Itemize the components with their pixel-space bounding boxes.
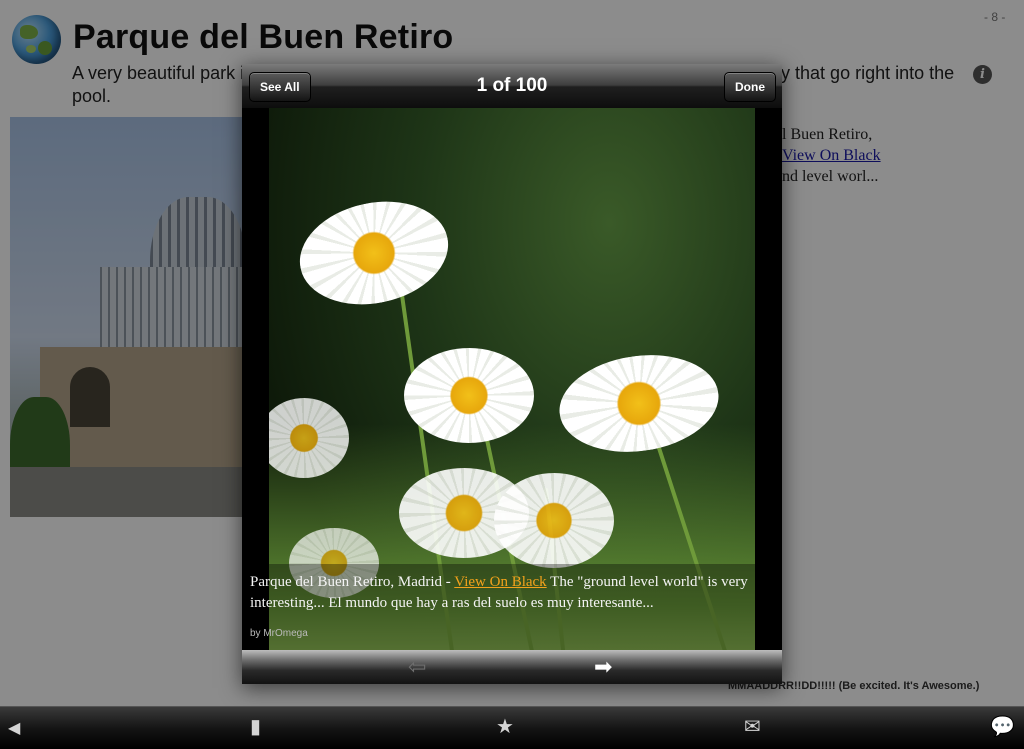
chat-icon[interactable]: 💬 [990, 716, 1015, 738]
photo-gallery-modal: See All 1 of 100 Done Parque del Buen Re… [242, 64, 782, 684]
back-icon[interactable]: ◀ [8, 718, 20, 740]
done-button[interactable]: Done [724, 72, 776, 102]
photo-byline: by MrOmega [250, 628, 308, 639]
book-icon[interactable]: ▮ [250, 716, 261, 738]
gallery-top-bar: See All 1 of 100 Done [242, 64, 782, 108]
photo-counter: 1 of 100 [476, 75, 548, 96]
bottom-toolbar: ◀ ▮ ★ ✉ 💬 [0, 706, 1024, 749]
caption-text: Parque del Buen Retiro, Madrid - View On… [250, 572, 770, 614]
star-icon[interactable]: ★ [496, 716, 514, 738]
photo-caption: Parque del Buen Retiro, Madrid - View On… [242, 564, 782, 650]
caption-prefix: Parque del Buen Retiro, Madrid - [250, 574, 455, 590]
gallery-nav-bar: ⇦ ➡ [242, 650, 782, 684]
right-arrow-icon[interactable]: ➡ [594, 656, 612, 678]
mail-icon[interactable]: ✉ [744, 716, 761, 738]
left-arrow-icon[interactable]: ⇦ [408, 656, 426, 678]
caption-view-on-black-link[interactable]: View On Black [454, 574, 546, 590]
